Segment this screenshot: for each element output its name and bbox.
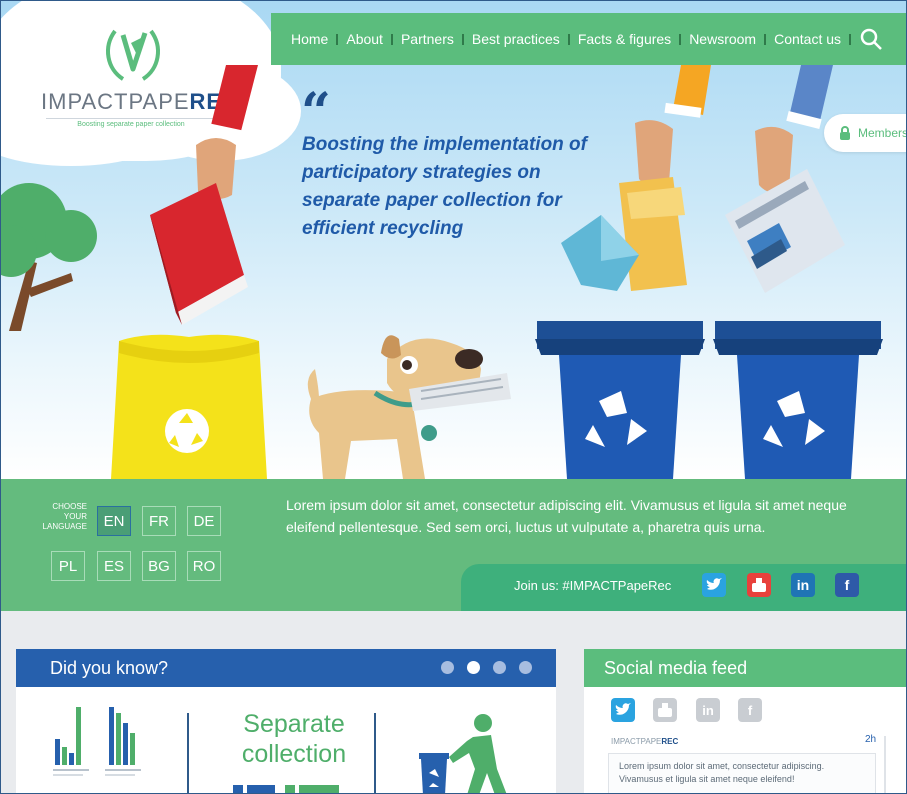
- lang-button-bg[interactable]: BG: [142, 551, 176, 581]
- feed-facebook-icon[interactable]: f: [738, 698, 762, 722]
- youtube-icon[interactable]: [747, 573, 771, 597]
- carousel-dot-1[interactable]: [441, 661, 454, 674]
- nav-item-best-practices[interactable]: Best practices: [464, 31, 568, 47]
- feed-post-author: IMPACTPAPEREC: [611, 737, 678, 746]
- lang-button-pl[interactable]: PL: [51, 551, 85, 581]
- feed-author-bold: REC: [661, 737, 679, 746]
- carousel-dot-3[interactable]: [493, 661, 506, 674]
- feed-post-text: Lorem ipsum dolor sit amet, consectetur …: [608, 753, 876, 793]
- facebook-icon[interactable]: f: [835, 573, 859, 597]
- dog-illustration: [307, 335, 511, 479]
- nav-item-newsroom[interactable]: Newsroom: [681, 31, 764, 47]
- feed-youtube-icon[interactable]: [653, 698, 677, 722]
- tree-illustration: [1, 183, 97, 331]
- quote-mark-icon: “: [301, 82, 331, 143]
- lang-button-es[interactable]: ES: [97, 551, 131, 581]
- hand-folder-illustration: [561, 65, 711, 291]
- panel-divider: [187, 713, 189, 793]
- feed-twitter-icon[interactable]: [611, 698, 635, 722]
- slide-heading: Separate collection: [241, 710, 347, 768]
- hero-banner: IMPACTPAPEREC Boosting separate paper co…: [1, 1, 906, 479]
- nav-item-contact-us[interactable]: Contact us: [766, 31, 849, 47]
- carousel-dot-2[interactable]: [467, 661, 480, 674]
- lang-button-de[interactable]: DE: [187, 506, 221, 536]
- lang-button-en[interactable]: EN: [97, 506, 131, 536]
- social-feed-title: Social media feed: [584, 649, 906, 687]
- feed-linkedin-icon[interactable]: in: [696, 698, 720, 722]
- members-label: Members: [858, 126, 906, 140]
- search-icon[interactable]: [859, 27, 883, 51]
- recycle-bin-illustration: [713, 321, 883, 479]
- intro-text: Lorem ipsum dolor sit amet, consectetur …: [286, 497, 847, 535]
- bar-chart-icon: [53, 707, 141, 776]
- nav-item-home[interactable]: Home: [271, 31, 336, 47]
- feed-post-time: 2h: [865, 734, 877, 745]
- recycle-bin-illustration: [535, 321, 705, 479]
- hand-book-illustration: [150, 65, 258, 325]
- yellow-bag-illustration: [111, 334, 267, 479]
- main-nav: Home About Partners Best practices Facts…: [271, 13, 906, 65]
- bins-row-icon: [233, 785, 339, 793]
- lang-button-fr[interactable]: FR: [142, 506, 176, 536]
- panel-divider: [374, 713, 376, 793]
- nav-item-partners[interactable]: Partners: [393, 31, 462, 47]
- linkedin-icon[interactable]: in: [791, 573, 815, 597]
- feed-scrollbar[interactable]: [884, 736, 886, 793]
- page: IMPACTPAPEREC Boosting separate paper co…: [0, 0, 907, 794]
- nav-item-about[interactable]: About: [338, 31, 391, 47]
- hand-newspaper-illustration: [725, 65, 845, 293]
- feed-author-light: IMPACTPAPE: [611, 737, 662, 746]
- person-recycling-icon: [419, 714, 507, 793]
- nav-item-facts-figures[interactable]: Facts & figures: [570, 31, 679, 47]
- nav-separator: [849, 33, 852, 45]
- twitter-icon[interactable]: [702, 573, 726, 597]
- language-label: CHOOSE YOUR LANGUAGE: [42, 502, 87, 531]
- hero-quote: Boosting the implementation of participa…: [302, 134, 587, 239]
- carousel-dot-4[interactable]: [519, 661, 532, 674]
- lang-button-ro[interactable]: RO: [187, 551, 221, 581]
- join-us-label: Join us: #IMPACTPapeRec: [514, 578, 672, 593]
